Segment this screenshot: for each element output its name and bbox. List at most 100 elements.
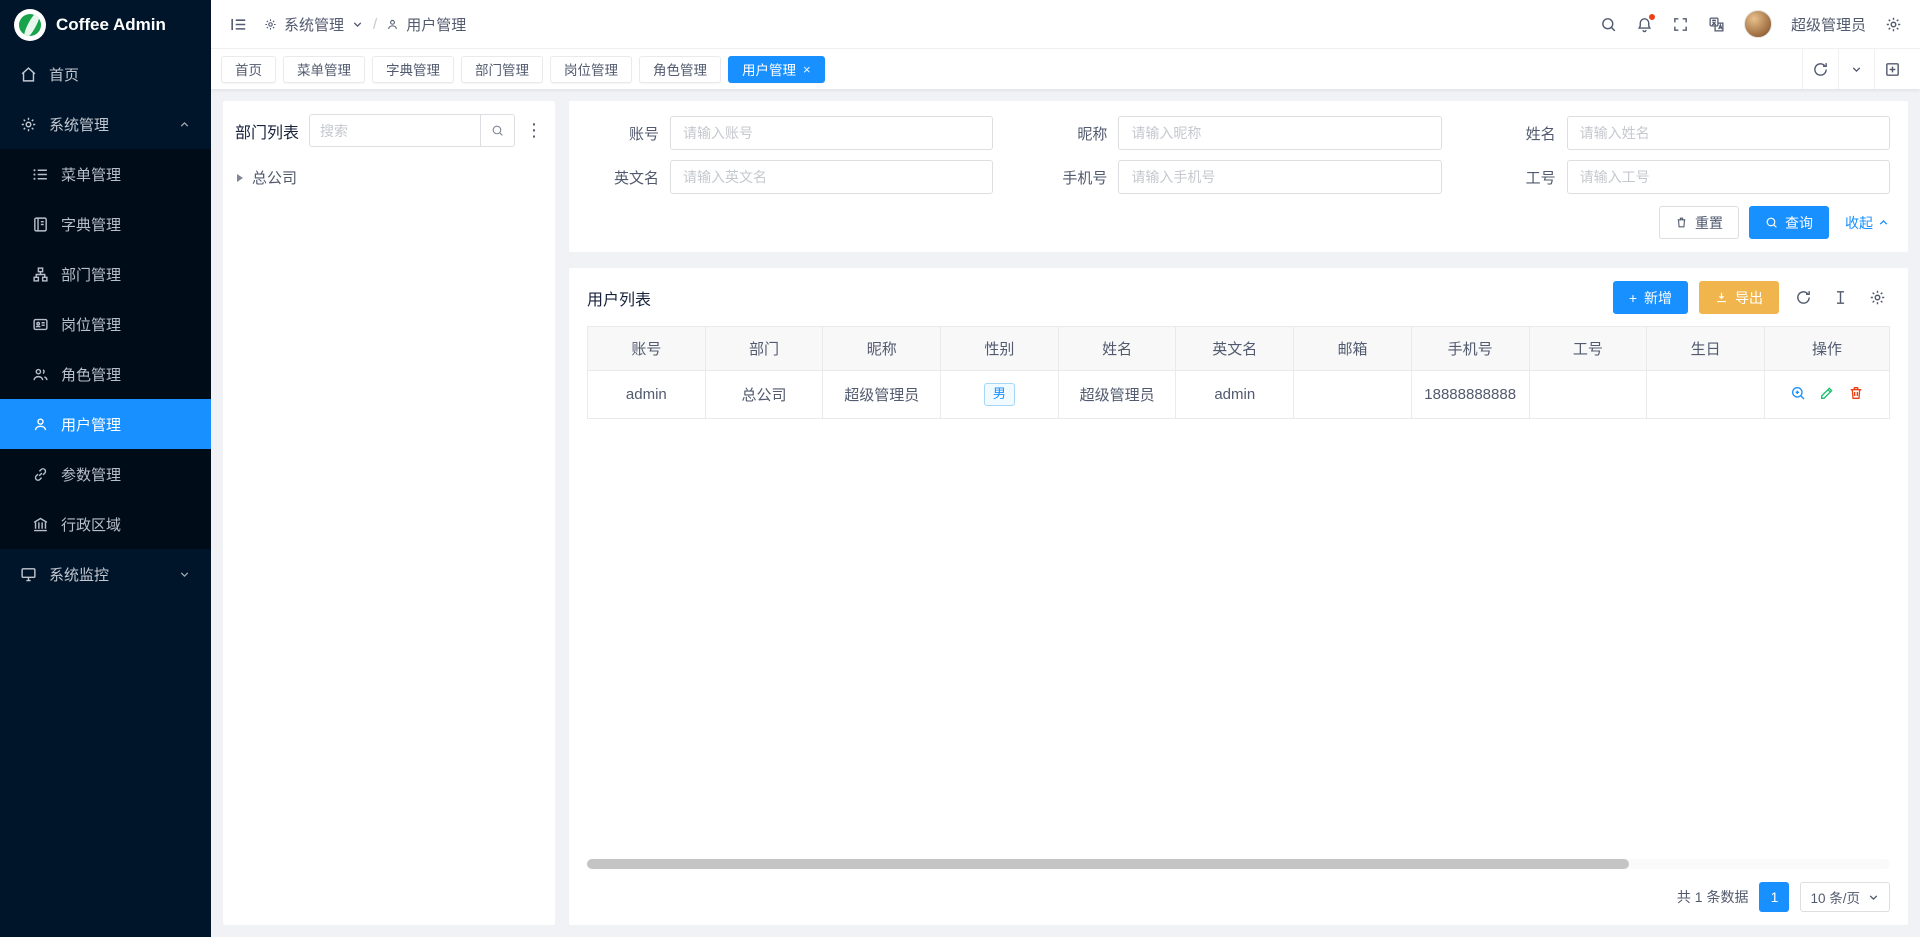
sidebar-item-label: 角色管理 (61, 364, 121, 385)
en-name-input[interactable] (670, 160, 993, 194)
department-search-button[interactable] (480, 115, 514, 146)
column-width-icon[interactable] (1827, 285, 1853, 311)
user-table: 账号 部门 昵称 性别 姓名 英文名 邮箱 手机号 工号 生日 (587, 326, 1890, 419)
name-label: 姓名 (1484, 123, 1556, 144)
tab-tools (1802, 49, 1910, 89)
sidebar-menu: 首页 系统管理 菜单管理 字典管理 部门管理 (0, 49, 211, 937)
tree-node-label: 总公司 (252, 167, 297, 188)
col-dept: 部门 (705, 327, 823, 371)
tab-home[interactable]: 首页 (221, 56, 276, 83)
work-no-input[interactable] (1567, 160, 1890, 194)
download-icon (1715, 291, 1728, 304)
content-fullscreen-icon[interactable] (1874, 49, 1910, 89)
tab-dept-mgmt[interactable]: 部门管理 (461, 56, 543, 83)
sidebar-item-label: 行政区域 (61, 514, 121, 535)
sidebar-item-role-mgmt[interactable]: 角色管理 (0, 349, 211, 399)
tab-role-mgmt[interactable]: 角色管理 (639, 56, 721, 83)
content-area: 部门列表 ⋮ 总公司 (211, 89, 1920, 937)
sidebar-item-system-mgmt[interactable]: 系统管理 (0, 99, 211, 149)
col-email: 邮箱 (1294, 327, 1412, 371)
tab-options-chevron-icon[interactable] (1838, 49, 1874, 89)
table-settings-gear-icon[interactable] (1864, 285, 1890, 311)
view-row-icon[interactable] (1790, 385, 1806, 401)
search-icon[interactable] (1600, 16, 1617, 33)
department-search-input[interactable] (310, 115, 480, 146)
edit-row-icon[interactable] (1819, 385, 1835, 401)
sidebar-item-user-mgmt[interactable]: 用户管理 (0, 399, 211, 449)
sidebar-item-home[interactable]: 首页 (0, 49, 211, 99)
department-tree: 总公司 (235, 163, 543, 192)
notification-bell-icon[interactable] (1636, 16, 1653, 33)
export-button[interactable]: 导出 (1699, 281, 1779, 314)
refresh-table-icon[interactable] (1790, 285, 1816, 311)
collapse-sidebar-icon[interactable] (229, 15, 248, 34)
department-more-menu-icon[interactable]: ⋮ (525, 120, 543, 141)
id-card-icon (32, 316, 49, 333)
users-icon (32, 366, 49, 383)
table-row[interactable]: admin 总公司 超级管理员 男 超级管理员 admin 1888888888… (588, 371, 1890, 419)
tab-dict-mgmt[interactable]: 字典管理 (372, 56, 454, 83)
close-tab-icon[interactable]: × (803, 63, 811, 76)
right-column: 账号 昵称 姓名 英文名 (569, 101, 1908, 925)
gear-icon (20, 116, 37, 133)
settings-gear-icon[interactable] (1885, 16, 1902, 33)
col-name: 姓名 (1058, 327, 1176, 371)
sidebar-item-post-mgmt[interactable]: 岗位管理 (0, 299, 211, 349)
system-mgmt-submenu: 菜单管理 字典管理 部门管理 岗位管理 角色管理 (0, 149, 211, 549)
pagination: 共 1 条数据 1 10 条/页 (587, 873, 1890, 917)
cell-account: admin (588, 371, 706, 419)
sidebar: Coffee Admin 首页 系统管理 菜单管理 字典管理 (0, 0, 211, 937)
tree-expand-icon[interactable] (237, 174, 243, 182)
col-nickname: 昵称 (823, 327, 941, 371)
cell-name: 超级管理员 (1058, 371, 1176, 419)
sidebar-item-dept-mgmt[interactable]: 部门管理 (0, 249, 211, 299)
tab-menu-mgmt[interactable]: 菜单管理 (283, 56, 365, 83)
sidebar-item-label: 系统监控 (49, 564, 109, 585)
collapse-search-link[interactable]: 收起 (1845, 213, 1890, 233)
chevron-down-icon[interactable] (351, 18, 364, 31)
breadcrumb-level1[interactable]: 系统管理 (284, 14, 344, 35)
tab-post-mgmt[interactable]: 岗位管理 (550, 56, 632, 83)
col-en-name: 英文名 (1176, 327, 1294, 371)
notification-badge (1648, 13, 1656, 21)
dictionary-icon (32, 216, 49, 233)
name-input[interactable] (1567, 116, 1890, 150)
top-header: 系统管理 / 用户管理 超级管理员 (211, 0, 1920, 49)
phone-input[interactable] (1118, 160, 1441, 194)
translate-icon[interactable] (1708, 16, 1725, 33)
sidebar-item-label: 字典管理 (61, 214, 121, 235)
sidebar-item-label: 系统管理 (49, 114, 109, 135)
form-item-en-name: 英文名 (587, 160, 993, 194)
sidebar-item-param-mgmt[interactable]: 参数管理 (0, 449, 211, 499)
nickname-label: 昵称 (1035, 123, 1107, 144)
app-title: Coffee Admin (56, 15, 166, 35)
total-records-text: 共 1 条数据 (1677, 887, 1749, 907)
sidebar-item-dict-mgmt[interactable]: 字典管理 (0, 199, 211, 249)
refresh-tab-icon[interactable] (1802, 49, 1838, 89)
cell-nickname: 超级管理员 (823, 371, 941, 419)
table-empty-space (587, 419, 1890, 859)
page-size-select[interactable]: 10 条/页 (1800, 882, 1890, 912)
cell-email (1294, 371, 1412, 419)
tab-user-mgmt[interactable]: 用户管理 × (728, 56, 825, 83)
nickname-input[interactable] (1118, 116, 1441, 150)
plus-icon: + (1629, 290, 1637, 306)
sidebar-item-label: 参数管理 (61, 464, 121, 485)
fullscreen-icon[interactable] (1672, 16, 1689, 33)
query-button[interactable]: 查询 (1749, 206, 1829, 239)
current-username[interactable]: 超级管理员 (1791, 14, 1866, 35)
horizontal-scrollbar-thumb[interactable] (587, 859, 1629, 869)
reset-button[interactable]: 重置 (1659, 206, 1739, 239)
user-avatar[interactable] (1744, 10, 1772, 38)
account-input[interactable] (670, 116, 993, 150)
reset-icon (1675, 216, 1688, 229)
search-form-card: 账号 昵称 姓名 英文名 (569, 101, 1908, 252)
add-user-button[interactable]: + 新增 (1613, 281, 1688, 314)
delete-row-icon[interactable] (1848, 385, 1864, 401)
sidebar-item-menu-mgmt[interactable]: 菜单管理 (0, 149, 211, 199)
sidebar-item-admin-region[interactable]: 行政区域 (0, 499, 211, 549)
page-number-button[interactable]: 1 (1759, 882, 1789, 912)
sidebar-item-system-monitor[interactable]: 系统监控 (0, 549, 211, 599)
cell-birthday (1647, 371, 1765, 419)
tree-node-root[interactable]: 总公司 (235, 163, 543, 192)
